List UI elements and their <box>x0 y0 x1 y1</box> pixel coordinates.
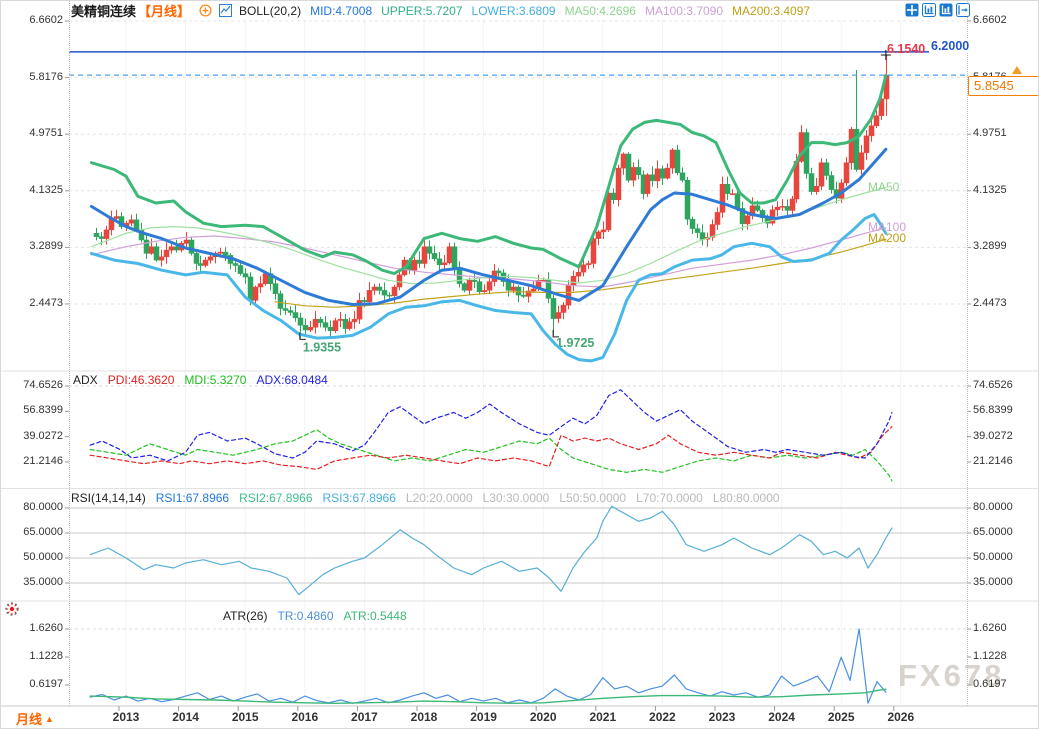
period-selector[interactable]: 月线 ▲ <box>1 707 69 729</box>
adx-pdi-value: PDI:46.3620 <box>108 373 175 387</box>
rsi-axis-label-left: 35.0000 <box>3 576 63 588</box>
rsi-l80: L80:80.0000 <box>713 491 780 505</box>
rsi-l20: L20:20.0000 <box>406 491 473 505</box>
adx-axis-label-left: 39.0272 <box>3 430 63 442</box>
year-label: 2016 <box>283 710 327 724</box>
year-label: 2017 <box>342 710 386 724</box>
adx-axis-label-right: 56.8399 <box>973 404 1013 416</box>
adx-axis-label-left: 74.6526 <box>3 379 63 391</box>
ma-chart-label: MA50 <box>868 180 899 194</box>
main-axis-label-right: 2.4473 <box>973 297 1007 309</box>
atr-name: ATR(26) <box>223 609 267 623</box>
year-label: 2021 <box>581 710 625 724</box>
year-label: 2020 <box>521 710 565 724</box>
rsi-axis-label-left: 80.0000 <box>3 501 63 513</box>
main-axis-label-right: 4.9751 <box>973 127 1007 139</box>
rsi2-value: RSI2:67.8966 <box>239 491 312 505</box>
instrument-title: 美精铜连续 <box>71 1 136 20</box>
marked-high-label: 6.1540 <box>887 42 925 56</box>
adx-name: ADX <box>73 373 98 387</box>
main-axis-label-left: 3.2899 <box>3 240 63 252</box>
rsi-axis-label-left: 65.0000 <box>3 526 63 538</box>
main-axis-label-right: 3.2899 <box>973 240 1007 252</box>
boll-lower-value: LOWER:3.6809 <box>472 4 556 18</box>
rsi-name: RSI(14,14,14) <box>71 491 146 505</box>
rsi-axis-label-right: 50.0000 <box>973 551 1013 563</box>
price-up-arrow-icon <box>1012 66 1022 74</box>
main-axis-label-right: 6.6602 <box>973 14 1007 26</box>
chart-toolbar <box>905 3 970 17</box>
year-label: 2015 <box>223 710 267 724</box>
year-label: 2026 <box>879 710 923 724</box>
ma-chart-label: MA200 <box>868 231 906 245</box>
rsi1-value: RSI1:67.8966 <box>156 491 229 505</box>
axis-scale-icon[interactable] <box>922 3 936 17</box>
atr-axis-label-left: 1.6260 <box>3 622 63 634</box>
ma200-value: MA200:3.4097 <box>732 4 810 18</box>
svg-text:1.9725: 1.9725 <box>556 336 594 350</box>
year-label: 2024 <box>760 710 804 724</box>
main-axis-label-left: 5.8176 <box>3 71 63 83</box>
axis-scale-active-icon[interactable] <box>939 3 953 17</box>
rsi-l70: L70:70.0000 <box>636 491 703 505</box>
year-label: 2013 <box>104 710 148 724</box>
chart-style-icon[interactable] <box>219 4 232 17</box>
rsi-axis-label-right: 65.0000 <box>973 526 1013 538</box>
year-label: 2018 <box>402 710 446 724</box>
year-label: 2022 <box>640 710 684 724</box>
rsi3-value: RSI3:67.8966 <box>323 491 396 505</box>
adx-axis-label-left: 56.8399 <box>3 404 63 416</box>
adx-axis-label-right: 39.0272 <box>973 430 1013 442</box>
rsi-axis-label-left: 50.0000 <box>3 551 63 563</box>
chart-header: 美精铜连续 【月线】 BOLL(20,2) MID:4.7008 UPPER:5… <box>71 2 819 19</box>
adx-panel-header: ADX PDI:46.3620 MDI:5.3270 ADX:68.0484 <box>73 373 338 387</box>
year-label: 2025 <box>819 710 863 724</box>
boll-upper-value: UPPER:5.7207 <box>381 4 462 18</box>
live-indicator-icon[interactable] <box>4 601 20 617</box>
left-axis-separator <box>69 1 70 706</box>
boll-label: BOLL(20,2) <box>239 4 301 18</box>
ma50-value: MA50:4.2696 <box>565 4 636 18</box>
level-line-label: 6.2000 <box>929 39 971 53</box>
current-price-box: 5.8545 <box>968 76 1039 96</box>
year-label: 2023 <box>700 710 744 724</box>
year-label: 2014 <box>164 710 208 724</box>
atr-axis-label-right: 1.6260 <box>973 622 1007 634</box>
adx-axis-label-right: 74.6526 <box>973 379 1013 391</box>
atr-axis-label-left: 1.1228 <box>3 650 63 662</box>
ma100-value: MA100:3.7090 <box>645 4 723 18</box>
atr-tr-value: TR:0.4860 <box>277 609 333 623</box>
collapse-right-icon[interactable] <box>956 3 970 17</box>
adx-axis-label-right: 21.2146 <box>973 455 1013 467</box>
atr-axis-label-right: 0.6197 <box>973 678 1007 690</box>
boll-mid-value: MID:4.7008 <box>310 4 372 18</box>
adx-axis-label-left: 21.2146 <box>3 455 63 467</box>
rsi-l50: L50:50.0000 <box>559 491 626 505</box>
period-up-triangle-icon: ▲ <box>45 714 54 724</box>
atr-axis-label-left: 0.6197 <box>3 678 63 690</box>
main-axis-label-left: 4.1325 <box>3 184 63 196</box>
atr-panel-header: ATR(26) TR:0.4860 ATR:0.5448 <box>223 609 417 623</box>
svg-text:1.9355: 1.9355 <box>303 340 341 354</box>
chart-canvas[interactable]: 1.9355 1.9725 <box>1 1 1039 729</box>
chart-application: 1.9355 1.9725 美精铜连续 【月线】 BOLL(20,2) MID:4… <box>0 0 1039 729</box>
main-axis-label-left: 6.6602 <box>3 14 63 26</box>
pan-icon[interactable] <box>905 3 919 17</box>
main-axis-label-right: 4.1325 <box>973 184 1007 196</box>
main-axis-label-left: 2.4473 <box>3 297 63 309</box>
atr-axis-label-right: 1.1228 <box>973 650 1007 662</box>
rsi-l30: L30:30.0000 <box>483 491 550 505</box>
period-tag: 【月线】 <box>138 1 190 20</box>
add-indicator-icon[interactable] <box>199 4 212 17</box>
year-label: 2019 <box>462 710 506 724</box>
rsi-panel-header: RSI(14,14,14) RSI1:67.8966 RSI2:67.8966 … <box>71 491 790 505</box>
atr-atr-value: ATR:0.5448 <box>344 609 407 623</box>
right-axis-separator <box>967 1 968 706</box>
period-selector-label: 月线 <box>16 709 42 728</box>
adx-adx-value: ADX:68.0484 <box>256 373 327 387</box>
rsi-axis-label-right: 35.0000 <box>973 576 1013 588</box>
adx-mdi-value: MDI:5.3270 <box>184 373 246 387</box>
main-axis-label-left: 4.9751 <box>3 127 63 139</box>
rsi-axis-label-right: 80.0000 <box>973 501 1013 513</box>
